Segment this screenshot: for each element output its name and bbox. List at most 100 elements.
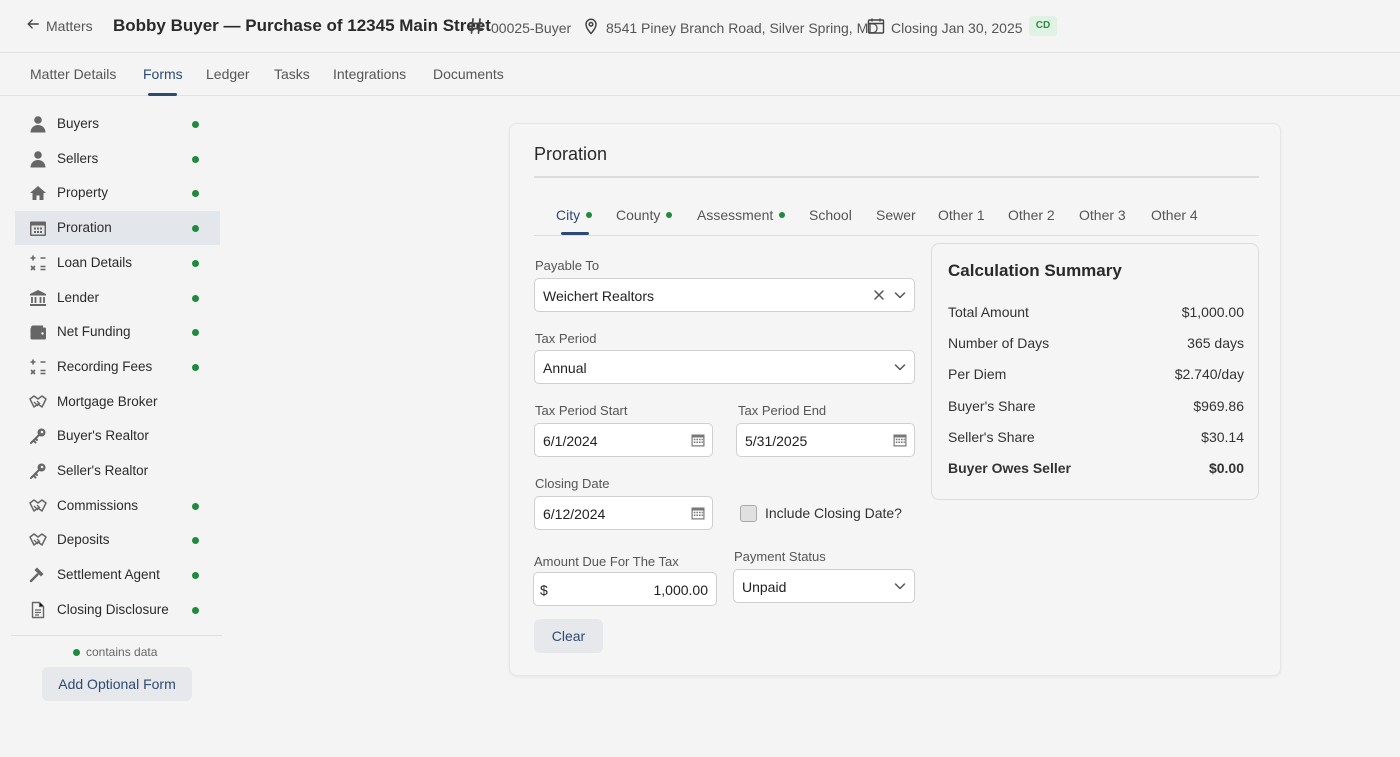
tab-label: Other 2 [1008,207,1055,223]
tab-label: Other 4 [1151,207,1198,223]
key-icon [29,427,47,445]
tab-other-3[interactable]: Other 3 [1079,207,1126,223]
include-closing-date-label: Include Closing Date? [765,505,902,521]
has-data-dot [192,572,199,579]
calendar-icon[interactable] [690,505,706,521]
tab-tasks[interactable]: Tasks [274,66,310,82]
amount-due-input[interactable]: $ 1,000.00 [533,572,717,606]
summary-value: $969.86 [1193,398,1244,414]
calendar-icon [29,219,47,237]
sidebar-item-proration[interactable]: Proration [15,211,220,245]
tab-integrations[interactable]: Integrations [333,66,406,82]
payable-to-select[interactable]: Weichert Realtors [534,278,915,312]
legend: contains data [73,645,157,659]
back-to-matters-link[interactable]: Matters [26,17,93,34]
currency-prefix: $ [540,582,548,598]
add-optional-form-button[interactable]: Add Optional Form [42,667,192,701]
closing-date-info: Closing Jan 30, 2025 [867,17,1023,38]
tab-forms[interactable]: Forms [143,66,183,82]
sidebar-item-recording-fees[interactable]: Recording Fees [15,350,220,384]
calendar-icon[interactable] [892,432,908,448]
tab-other-2[interactable]: Other 2 [1008,207,1055,223]
tax-period-end-value: 5/31/2025 [745,433,808,449]
tax-period-label: Tax Period [535,331,597,346]
has-data-dot [192,156,199,163]
clear-button[interactable]: Clear [534,619,603,653]
sidebar-divider [11,635,222,636]
sidebar-item-sellers[interactable]: Sellers [15,142,220,176]
has-data-dot [586,212,593,218]
payable-to-value: Weichert Realtors [543,288,655,304]
sidebar-item-sellers-realtor[interactable]: Seller's Realtor [15,454,220,488]
has-data-dot [192,364,199,371]
include-closing-date-checkbox[interactable] [740,505,757,522]
tab-city[interactable]: City [556,207,593,223]
tax-period-end-input[interactable]: 5/31/2025 [736,423,915,457]
handshake-icon [29,393,47,411]
tab-matter-details[interactable]: Matter Details [30,66,116,82]
sidebar-item-closing-disclosure[interactable]: Closing Disclosure [15,593,220,627]
title-divider [534,176,1259,178]
sidebar-item-label: Settlement Agent [57,567,160,582]
cd-badge[interactable]: CD [1029,16,1057,36]
chevron-down-icon [892,578,908,594]
key-icon [29,462,47,480]
property-address: 8541 Piney Branch Road, Silver Spring, M… [582,17,878,38]
tax-period-end-label: Tax Period End [738,403,827,418]
tax-period-value: Annual [543,360,587,376]
sidebar-item-label: Recording Fees [57,359,153,374]
tax-period-select[interactable]: Annual [534,350,915,384]
tab-assessment[interactable]: Assessment [697,207,786,223]
sidebar-item-label: Buyers [57,116,100,131]
proration-card: Proration City County Assessment School … [509,123,1281,676]
sidebar-item-label: Deposits [57,532,110,547]
calendar-icon[interactable] [690,432,706,448]
calculator-icon [29,254,47,272]
sidebar-item-commissions[interactable]: Commissions [15,489,220,523]
tab-ledger[interactable]: Ledger [206,66,250,82]
summary-key: Per Diem [948,366,1007,382]
document-icon [29,601,47,619]
clear-x-icon[interactable] [871,287,887,303]
sidebar-item-label: Lender [57,290,100,305]
subtab-divider [534,235,1259,236]
tax-period-start-input[interactable]: 6/1/2024 [534,423,713,457]
sidebar-item-property[interactable]: Property [15,176,220,210]
handshake-icon [29,497,47,515]
sidebar-item-buyers[interactable]: Buyers [15,107,220,141]
tab-other-4[interactable]: Other 4 [1151,207,1198,223]
sidebar-item-label: Closing Disclosure [57,602,169,617]
sidebar-item-net-funding[interactable]: Net Funding [15,315,220,349]
summary-value: $2.740/day [1174,366,1244,382]
payment-status-select[interactable]: Unpaid [733,569,915,603]
tab-documents[interactable]: Documents [433,66,504,82]
sidebar-item-lender[interactable]: Lender [15,281,220,315]
sidebar-item-label: Mortgage Broker [57,394,158,409]
file-number: 00025-Buyer [467,17,571,38]
has-data-dot [192,121,199,128]
sidebar-item-settlement-agent[interactable]: Settlement Agent [15,558,220,592]
has-data-dot [192,225,199,232]
summary-value: 365 days [1187,335,1244,351]
wallet-icon [29,323,47,341]
legend-text: contains data [86,645,158,659]
has-data-dot [192,503,199,510]
sidebar-item-label: Commissions [57,498,139,513]
sidebar-item-buyers-realtor[interactable]: Buyer's Realtor [15,419,220,453]
sidebar-item-mortgage-broker[interactable]: Mortgage Broker [15,385,220,419]
tab-other-1[interactable]: Other 1 [938,207,985,223]
closing-text: Closing Jan 30, 2025 [891,19,1023,36]
has-data-dot [666,212,673,218]
sidebar-item-deposits[interactable]: Deposits [15,523,220,557]
tab-sewer[interactable]: Sewer [876,207,916,223]
closing-date-input[interactable]: 6/12/2024 [534,496,713,530]
tab-label: Sewer [876,207,916,223]
amount-due-label: Amount Due For The Tax [534,554,679,569]
tab-school[interactable]: School [809,207,852,223]
matter-title: Bobby Buyer — Purchase of 12345 Main Str… [113,16,491,35]
sidebar-item-label: Net Funding [57,324,131,339]
sidebar-item-label: Sellers [57,151,99,166]
tab-county[interactable]: County [616,207,673,223]
tax-period-start-label: Tax Period Start [535,403,628,418]
sidebar-item-loan-details[interactable]: Loan Details [15,246,220,280]
